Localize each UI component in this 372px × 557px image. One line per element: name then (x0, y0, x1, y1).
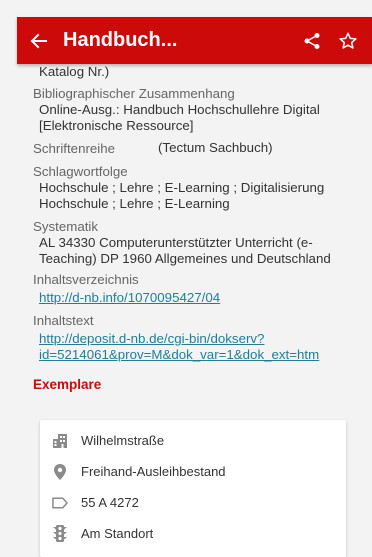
share-icon (304, 32, 320, 49)
library-branch-text: Wilhelmstraße (81, 433, 165, 448)
katalog-fragment: Katalog Nr.) (39, 64, 110, 79)
systematik-line1: AL 34330 Computerunterstützter Unterrich… (39, 235, 313, 250)
availability-text: Am Standort (81, 526, 154, 541)
toc-label: Inhaltsverzeichnis (33, 272, 139, 287)
exemplare-title: Exemplare (33, 377, 102, 392)
subjects-label: Schlagwortfolge (33, 164, 128, 179)
availability-row: Am Standort (40, 518, 346, 549)
bib-value-line1: Online-Ausg.: Handbuch Hochschullehre Di… (39, 102, 320, 117)
building-icon (52, 433, 68, 449)
call-number-text: 55 A 4272 (81, 495, 139, 510)
location-pin-icon (52, 463, 68, 480)
star-outline-icon (339, 32, 357, 49)
subjects-line1: Hochschule ; Lehre ; E-Learning ; Digita… (39, 180, 325, 195)
systematik-line2: Teaching) DP 1960 Allgemeines und Deutsc… (39, 251, 331, 266)
location-row: Freihand-Ausleihbestand (40, 456, 346, 487)
series-row: Schriftenreihe (Tectum Sachbuch) (33, 140, 353, 157)
call-number-row: 55 A 4272 (40, 487, 346, 518)
label-tag-icon (52, 495, 68, 511)
bib-value-line2: [Elektronische Ressource] (39, 118, 194, 133)
arrow-left-icon (30, 33, 47, 48)
bib-label: Bibliographischer Zusammenhang (33, 86, 235, 101)
content-link-line1[interactable]: http://deposit.d-nb.de/cgi-bin/dokserv? (39, 331, 353, 347)
app-bar: Handbuch... (17, 17, 372, 64)
subjects-line2: Hochschule ; Lehre ; E-Learning (39, 196, 230, 211)
traffic-light-icon (52, 525, 68, 542)
systematik-label: Systematik (33, 219, 99, 234)
content-link-line2[interactable]: id=5214061&prov=M&dok_var=1&dok_ext=htm (39, 347, 353, 363)
content-label: Inhaltstext (33, 313, 94, 328)
library-branch-row: Wilhelmstraße (40, 425, 346, 456)
back-button[interactable] (23, 17, 53, 64)
favorite-button[interactable] (330, 17, 366, 64)
details-list: Katalog Nr.) Bibliographischer Zusammenh… (33, 64, 353, 392)
exemplar-card[interactable]: Wilhelmstraße Freihand-Ausleihbestand 55… (40, 420, 346, 557)
series-value: (Tectum Sachbuch) (158, 140, 273, 155)
toc-link[interactable]: http://d-nb.info/1070095427/04 (39, 290, 353, 306)
share-button[interactable] (294, 17, 330, 64)
series-label: Schriftenreihe (33, 141, 116, 156)
page-title: Handbuch... (63, 29, 178, 51)
location-text: Freihand-Ausleihbestand (81, 464, 226, 479)
